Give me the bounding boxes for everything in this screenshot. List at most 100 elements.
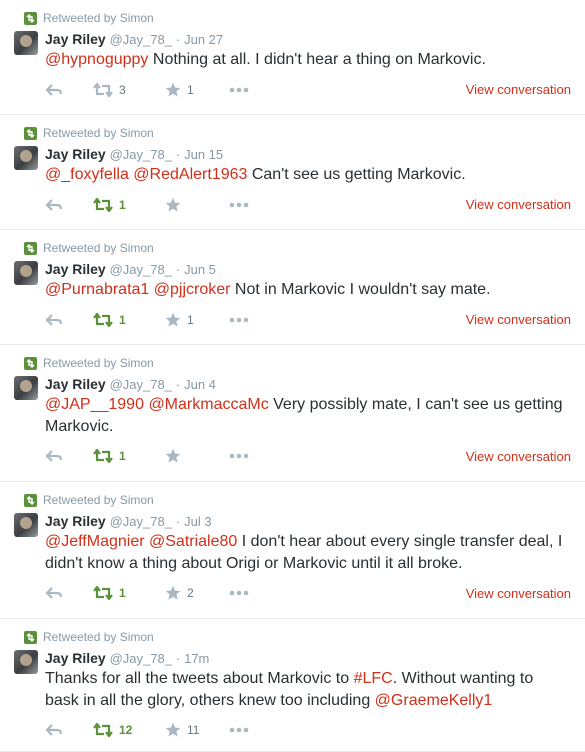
author-username[interactable]: @Jay_78_ [110,377,172,392]
retweet-count: 1 [119,197,126,212]
author-username[interactable]: @Jay_78_ [110,147,172,162]
tweet-text-fragment: Not in Markovic I wouldn't say mate. [230,281,491,298]
tweet-header: Jay Riley @Jay_78_ · Jun 27 [45,30,223,49]
retweet-icon [93,312,113,327]
avatar[interactable] [14,376,38,400]
retweet-context: Retweeted by Simon [24,11,154,25]
avatar[interactable] [14,261,38,285]
retweet-context: Retweeted by Simon [24,630,154,644]
reply-button[interactable] [45,313,63,327]
retweet-button[interactable]: 1 [93,586,126,600]
avatar[interactable] [14,31,38,55]
retweet-button[interactable]: 1 [93,449,126,463]
retweeted-by-label[interactable]: Retweeted by Simon [43,493,154,507]
view-conversation-link[interactable]: View conversation [466,197,571,212]
tweet[interactable]: Retweeted by Simon Jay Riley @Jay_78_ · J… [0,230,585,345]
favorite-button[interactable]: 1 [165,312,194,328]
separator-dot: · [175,32,181,47]
more-button[interactable] [229,87,249,93]
more-dots-icon [229,87,249,92]
more-button[interactable] [229,590,249,596]
view-conversation-link[interactable]: View conversation [466,586,571,601]
retweeted-by-label[interactable]: Retweeted by Simon [43,241,154,255]
retweeted-by-label[interactable]: Retweeted by Simon [43,356,154,370]
favorite-button[interactable] [165,448,187,464]
separator-dot: · [175,147,181,162]
mention-link[interactable]: @Purnabrata1 [45,281,149,298]
author-username[interactable]: @Jay_78_ [110,32,172,47]
retweet-context-icon [24,356,37,370]
retweeted-by-label[interactable]: Retweeted by Simon [43,630,154,644]
mention-link[interactable]: @JAP__1990 [45,396,144,413]
retweet-icon [93,723,113,737]
more-button[interactable] [229,317,249,323]
retweet-context: Retweeted by Simon [24,126,154,140]
retweeted-by-label[interactable]: Retweeted by Simon [43,126,154,140]
reply-button[interactable] [45,723,63,737]
tweet-timestamp[interactable]: Jun 27 [184,32,223,47]
avatar[interactable] [14,650,38,674]
reply-icon [45,83,63,96]
avatar[interactable] [14,146,38,170]
tweet[interactable]: Retweeted by Simon Jay Riley @Jay_78_ · J… [0,345,585,482]
favorite-button[interactable]: 2 [165,585,194,601]
retweet-context: Retweeted by Simon [24,356,154,370]
mention-link[interactable]: @RedAlert1963 [133,166,247,183]
author-fullname[interactable]: Jay Riley [45,261,106,277]
hashtag-link[interactable]: #LFC [354,670,393,687]
tweet[interactable]: Retweeted by Simon Jay Riley @Jay_78_ · J… [0,0,585,115]
favorite-button[interactable]: 1 [165,82,194,98]
view-conversation-link[interactable]: View conversation [466,82,571,97]
retweeted-by-label[interactable]: Retweeted by Simon [43,11,154,25]
author-fullname[interactable]: Jay Riley [45,31,106,47]
retweet-context-icon [24,11,37,25]
tweet-timestamp[interactable]: 17m [184,651,209,666]
tweet[interactable]: Retweeted by Simon Jay Riley @Jay_78_ · J… [0,115,585,230]
star-icon [165,448,181,463]
retweet-icon [93,197,113,212]
tweet-timestamp[interactable]: Jun 4 [184,377,216,392]
more-button[interactable] [229,453,249,459]
mention-link[interactable]: @GraemeKelly1 [375,692,493,709]
mention-link[interactable]: @Satriale80 [149,533,237,550]
tweet[interactable]: Retweeted by Simon Jay Riley @Jay_78_ · J… [0,482,585,619]
mention-link[interactable]: @JeffMagnier [45,533,145,550]
favorite-button[interactable] [165,197,187,213]
mention-link[interactable]: @MarkmaccaMc [148,396,268,413]
mention-link[interactable]: @hypnoguppy [45,51,148,68]
author-fullname[interactable]: Jay Riley [45,376,106,392]
retweet-button[interactable]: 3 [93,82,126,97]
retweet-count: 12 [119,723,133,737]
more-button[interactable] [229,727,249,733]
reply-icon [45,724,63,736]
tweet[interactable]: Retweeted by Simon Jay Riley @Jay_78_ · 1… [0,619,585,752]
reply-button[interactable] [45,198,63,212]
author-fullname[interactable]: Jay Riley [45,650,106,666]
reply-button[interactable] [45,449,63,463]
view-conversation-link[interactable]: View conversation [466,312,571,327]
retweet-button[interactable]: 1 [93,197,126,212]
tweet-timestamp[interactable]: Jun 5 [184,262,216,277]
star-icon [165,312,181,327]
author-username[interactable]: @Jay_78_ [110,514,172,529]
mention-link[interactable]: @pjjcroker [154,281,231,298]
retweet-context: Retweeted by Simon [24,241,154,255]
tweet-header: Jay Riley @Jay_78_ · Jun 15 [45,145,223,164]
author-fullname[interactable]: Jay Riley [45,146,106,162]
author-username[interactable]: @Jay_78_ [110,262,172,277]
retweet-count: 3 [119,82,126,97]
favorite-button[interactable]: 11 [165,722,199,738]
view-conversation-link[interactable]: View conversation [466,449,571,464]
reply-button[interactable] [45,586,63,600]
author-fullname[interactable]: Jay Riley [45,513,106,529]
more-button[interactable] [229,202,249,208]
tweet-timestamp[interactable]: Jun 15 [184,147,223,162]
retweet-icon [93,586,113,600]
mention-link[interactable]: @_foxyfella [45,166,129,183]
retweet-button[interactable]: 1 [93,312,126,327]
tweet-timestamp[interactable]: Jul 3 [184,514,211,529]
retweet-button[interactable]: 12 [93,723,132,737]
reply-button[interactable] [45,83,63,97]
avatar[interactable] [14,513,38,537]
author-username[interactable]: @Jay_78_ [110,651,172,666]
